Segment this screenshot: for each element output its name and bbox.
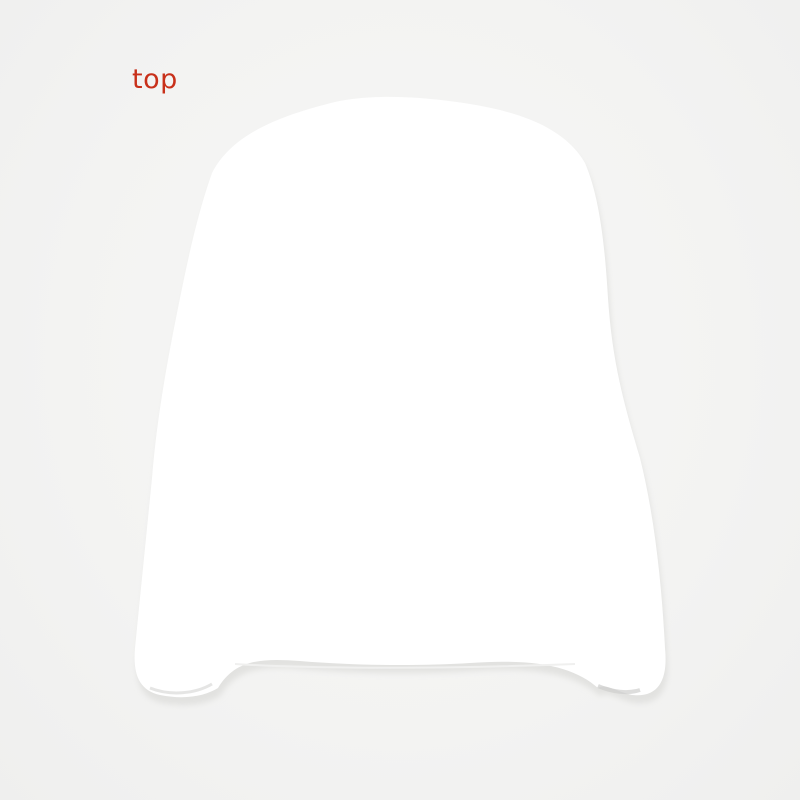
garment-body — [134, 96, 666, 698]
category-label: top — [132, 64, 178, 95]
white-sweater-image — [134, 96, 668, 706]
photo-canvas: top — [0, 0, 800, 800]
